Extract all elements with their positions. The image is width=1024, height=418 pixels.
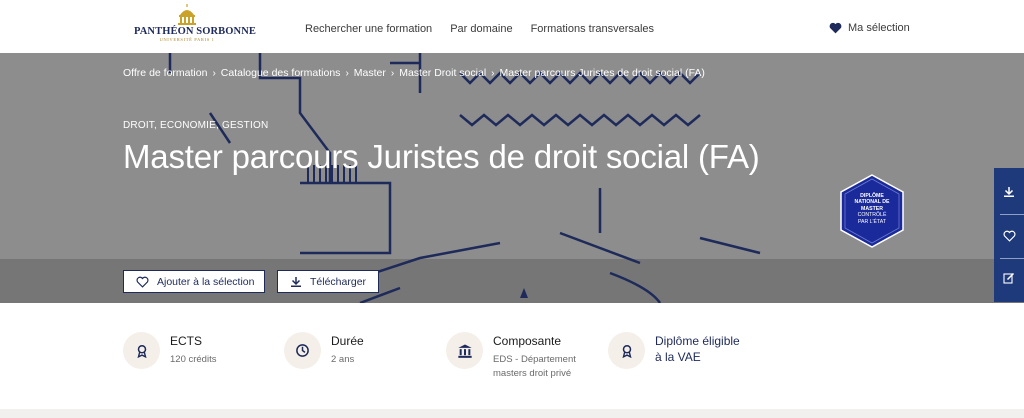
download-button[interactable]: Télécharger (277, 270, 379, 293)
logo-main-text: PANTHÉON SORBONNE (134, 26, 256, 37)
nav-par-domaine[interactable]: Par domaine (450, 23, 512, 35)
hero-banner: Offre de formation › Catalogue des forma… (0, 53, 1024, 303)
rail-edit-button[interactable] (994, 256, 1024, 300)
duree-value: 2 ans (331, 354, 355, 365)
page-title: Master parcours Juristes de droit social… (123, 138, 760, 175)
ects-label: ECTS (170, 334, 203, 348)
main-nav: Rechercher une formation Par domaine For… (305, 23, 654, 35)
program-category: DROIT, ECONOMIE, GESTION (123, 120, 269, 131)
heart-icon (1003, 230, 1015, 242)
add-to-selection-button[interactable]: Ajouter à la sélection (123, 270, 265, 293)
vae-eligibility-link[interactable]: Diplôme éligible à la VAE (655, 334, 740, 365)
composante-label: Composante (493, 334, 562, 348)
diplome-national-badge: DIPLÔME NATIONAL DE MASTER CONTRÔLÉ PAR … (838, 173, 906, 249)
award-icon (123, 332, 160, 369)
download-label: Télécharger (310, 275, 367, 288)
award-icon (608, 332, 645, 369)
rail-favorite-button[interactable] (994, 214, 1024, 258)
breadcrumb-master[interactable]: Master (354, 67, 386, 79)
chevron-right-icon: › (491, 67, 495, 79)
rail-download-button[interactable] (994, 170, 1024, 214)
badge-text: DIPLÔME NATIONAL DE MASTER CONTRÔLÉ PAR … (854, 193, 890, 225)
clock-icon (284, 332, 321, 369)
breadcrumb-master-droit-social[interactable]: Master Droit social (399, 67, 486, 79)
add-to-selection-label: Ajouter à la sélection (157, 275, 255, 288)
download-icon (290, 276, 302, 288)
side-action-rail (994, 168, 1024, 302)
breadcrumb-offre-formation[interactable]: Offre de formation (123, 67, 207, 79)
section-divider-strip (0, 409, 1024, 418)
breadcrumb: Offre de formation › Catalogue des forma… (123, 67, 705, 79)
ma-selection-label: Ma sélection (848, 22, 910, 34)
edit-icon (1003, 272, 1015, 284)
institution-icon (446, 332, 483, 369)
duree-label: Durée (331, 334, 364, 348)
breadcrumb-current: Master parcours Juristes de droit social… (499, 67, 705, 79)
ma-selection-link[interactable]: Ma sélection (829, 22, 910, 34)
university-logo[interactable]: PANTHÉON SORBONNE UNIVERSITÉ PARIS 1 (134, 3, 256, 49)
chevron-right-icon: › (345, 67, 349, 79)
composante-value: EDS - Département masters droit privé (493, 354, 576, 379)
heart-outline-icon (136, 276, 149, 288)
site-header: PANTHÉON SORBONNE UNIVERSITÉ PARIS 1 Rec… (0, 0, 1024, 53)
breadcrumb-catalogue[interactable]: Catalogue des formations (221, 67, 341, 79)
pantheon-dome-icon (178, 4, 196, 25)
chevron-right-icon: › (390, 67, 395, 79)
chevron-right-icon: › (212, 67, 216, 79)
heart-icon (829, 22, 842, 34)
ects-value: 120 crédits (170, 354, 217, 365)
nav-rechercher-formation[interactable]: Rechercher une formation (305, 23, 432, 35)
logo-sub-text: UNIVERSITÉ PARIS 1 (159, 37, 215, 42)
nav-formations-transversales[interactable]: Formations transversales (531, 23, 655, 35)
download-icon (1004, 187, 1014, 197)
